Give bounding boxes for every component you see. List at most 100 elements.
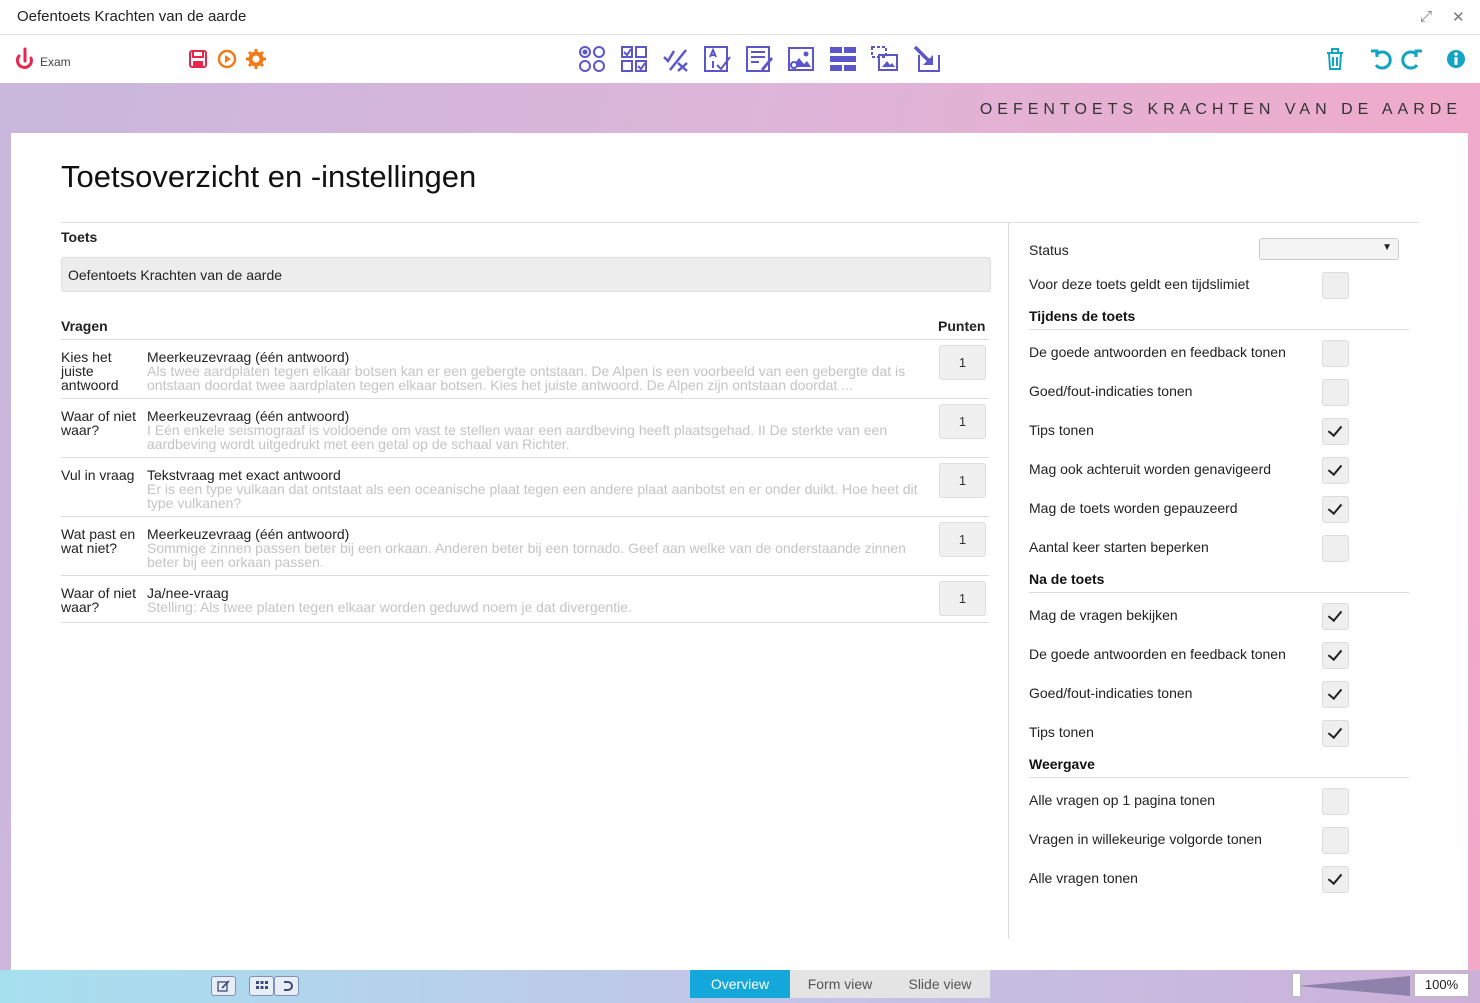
info-icon (1447, 50, 1465, 68)
status-label: Status (1029, 242, 1069, 258)
stage-title: OEFENTOETS KRACHTEN VAN DE AARDE (979, 101, 1462, 118)
question-description: Als twee aardplaten tegen elkaar botsen … (147, 364, 906, 393)
setting-checkbox[interactable] (1322, 720, 1349, 747)
undo-icon (1371, 49, 1392, 70)
image-icon (788, 47, 814, 71)
setting-label: Tips tonen (1029, 422, 1094, 438)
question-row[interactable]: Vul in vraag Tekstvraag met exact antwoo… (61, 457, 989, 516)
setting-label: Goed/fout-indicaties tonen (1029, 383, 1193, 399)
question-description: Stelling: Als twee platen tegen elkaar w… (147, 600, 632, 615)
zoom-level: 100% (1414, 973, 1469, 997)
redo-button[interactable] (1395, 43, 1427, 75)
logo-view-button[interactable] (274, 976, 299, 996)
app-logo-icon (15, 47, 33, 69)
setting-label: Mag ook achteruit worden genavigeerd (1029, 461, 1272, 477)
layout-blocks-icon (830, 47, 856, 71)
tab-slide-view[interactable]: Slide view (890, 970, 990, 998)
tab-form-view[interactable]: Form view (790, 970, 890, 998)
image-question-button[interactable] (785, 43, 817, 75)
footer-bar: Overview Form view Slide view 100% (0, 970, 1480, 1003)
hotspot-question-button[interactable] (869, 43, 901, 75)
question-row[interactable]: Waar of niet waar? Ja/nee-vraag Stelling… (61, 575, 989, 623)
multiple-choice-multi-button[interactable] (618, 43, 650, 75)
question-row[interactable]: Wat past en wat niet? Meerkeuzevraag (éé… (61, 516, 989, 575)
setting-checkbox[interactable] (1322, 496, 1349, 523)
document-pencil-icon (746, 46, 773, 72)
question-type: Meerkeuzevraag (één antwoord) (147, 349, 350, 365)
setting-checkbox[interactable] (1322, 418, 1349, 445)
question-type: Meerkeuzevraag (één antwoord) (147, 526, 350, 542)
setting-label: Mag de toets worden gepauzeerd (1029, 500, 1238, 516)
question-type: Ja/nee-vraag (147, 585, 229, 601)
setting-checkbox[interactable] (1322, 827, 1349, 854)
question-row[interactable]: Kies het juiste antwoord Meerkeuzevraag … (61, 339, 989, 398)
setting-checkbox[interactable] (1322, 681, 1349, 708)
setting-checkbox[interactable] (1322, 866, 1349, 893)
punten-header: Punten (938, 318, 986, 334)
multiple-choice-single-button[interactable] (576, 43, 608, 75)
delete-button[interactable] (1319, 43, 1351, 75)
layout-question-button[interactable] (827, 43, 859, 75)
column-divider (1008, 222, 1009, 939)
status-select[interactable]: ▼ (1259, 238, 1399, 260)
question-points-input[interactable] (939, 345, 986, 380)
maximize-icon[interactable]: ⤢ (1420, 8, 1432, 25)
setting-checkbox[interactable] (1322, 535, 1349, 562)
grid-view-button[interactable] (249, 976, 274, 996)
question-points-input[interactable] (939, 404, 986, 439)
undo-button[interactable] (1366, 43, 1398, 75)
setting-label: Aantal keer starten beperken (1029, 539, 1209, 555)
checkbox-grid-icon (621, 46, 647, 72)
question-type: Meerkeuzevraag (één antwoord) (147, 408, 350, 424)
text-answer-icon (704, 46, 731, 72)
import-button[interactable] (911, 43, 943, 75)
setting-checkbox[interactable] (1322, 379, 1349, 406)
check-cross-icon (663, 49, 688, 72)
question-category: Waar of niet waar? (61, 585, 136, 615)
setting-checkbox[interactable] (1322, 642, 1349, 669)
question-points-input[interactable] (939, 522, 986, 557)
setting-checkbox[interactable] (1322, 340, 1349, 367)
setting-label: De goede antwoorden en feedback tonen (1029, 646, 1286, 662)
question-row[interactable]: Waar of niet waar? Meerkeuzevraag (één a… (61, 398, 989, 457)
time-limit-checkbox[interactable] (1322, 272, 1349, 299)
editor-stage: OEFENTOETS KRACHTEN VAN DE AARDE Toetsov… (0, 83, 1480, 970)
setting-checkbox[interactable] (1322, 603, 1349, 630)
settings-button[interactable] (240, 43, 272, 75)
caret-down-icon: ▼ (1382, 242, 1392, 253)
question-points-input[interactable] (939, 581, 986, 616)
divider (61, 222, 1419, 223)
question-category: Vul in vraag (61, 467, 135, 483)
page-title: Toetsoverzicht en -instellingen (61, 159, 477, 194)
edit-mode-button[interactable] (211, 976, 236, 996)
setting-checkbox[interactable] (1322, 457, 1349, 484)
section-heading-after: Na de toets (1029, 571, 1409, 593)
play-icon (217, 49, 237, 69)
gear-icon (246, 49, 266, 69)
zoom-slider-handle[interactable] (1292, 973, 1301, 997)
question-type: Tekstvraag met exact antwoord (147, 467, 341, 483)
setting-checkbox[interactable] (1322, 788, 1349, 815)
overview-panel: Toetsoverzicht en -instellingen Toets Vr… (11, 133, 1468, 970)
trash-icon (1327, 48, 1343, 70)
redo-icon (1401, 49, 1422, 70)
toets-title-input[interactable] (61, 257, 991, 292)
setting-label: Tips tonen (1029, 724, 1094, 740)
question-points-input[interactable] (939, 463, 986, 498)
section-heading-display: Weergave (1029, 756, 1409, 778)
true-false-button[interactable] (660, 43, 692, 75)
question-description: Sommige zinnen passen beter bij een orka… (147, 541, 906, 570)
question-description: Er is een type vulkaan dat ontstaat als … (147, 482, 918, 511)
info-button[interactable] (1440, 43, 1472, 75)
zoom-slider-track[interactable] (1298, 976, 1410, 996)
question-category: Waar of niet waar? (61, 408, 136, 438)
close-icon[interactable]: ✕ (1452, 8, 1465, 26)
play-button[interactable] (211, 43, 243, 75)
setting-label: Mag de vragen bekijken (1029, 607, 1178, 623)
brand-mark-icon (283, 981, 293, 991)
essay-question-button[interactable] (743, 43, 775, 75)
save-button[interactable] (182, 43, 214, 75)
tab-overview[interactable]: Overview (690, 970, 790, 998)
text-answer-button[interactable] (701, 43, 733, 75)
setting-label: Alle vragen tonen (1029, 870, 1138, 886)
